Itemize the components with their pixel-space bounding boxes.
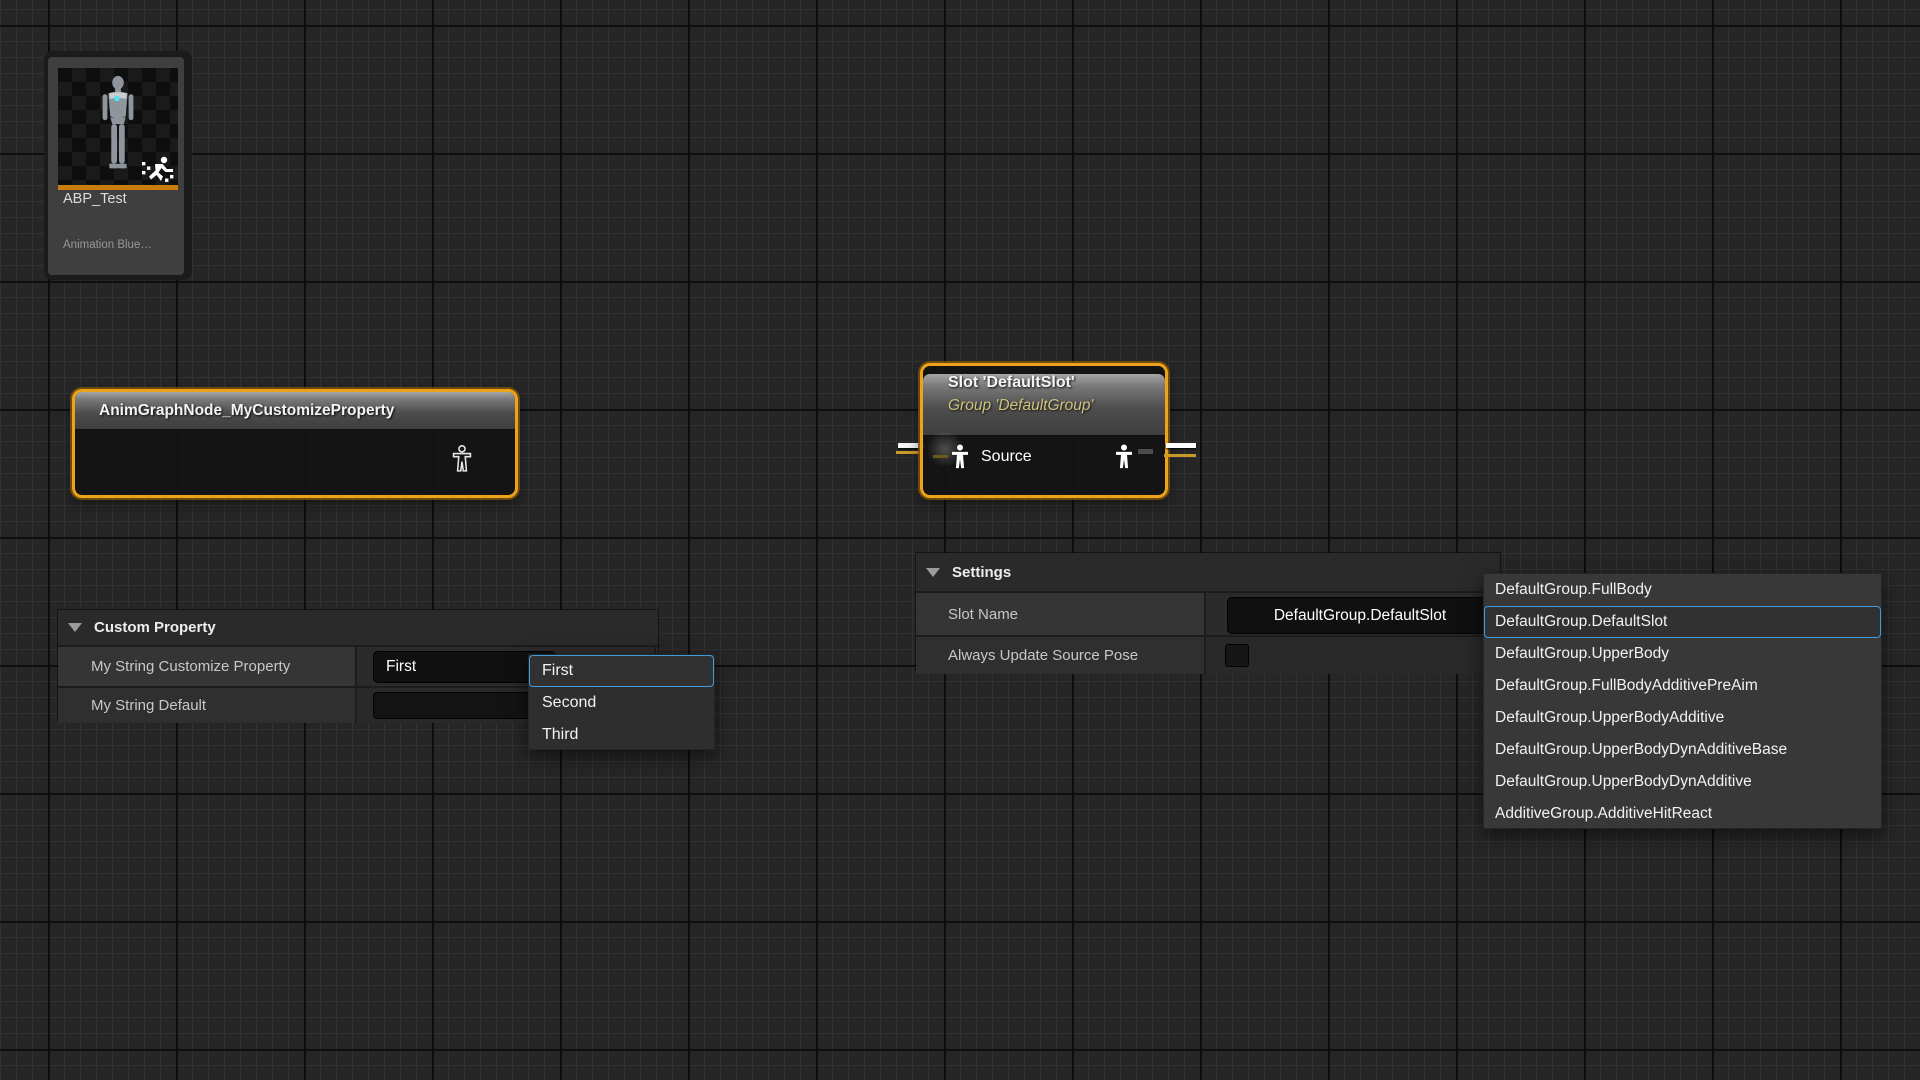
- collapse-triangle-icon[interactable]: [926, 568, 940, 577]
- property-value-cell: DefaultGroup.DefaultSlot: [1204, 593, 1500, 635]
- pose-pin-outline-icon[interactable]: [451, 445, 473, 472]
- pose-wire-right-white: [1166, 443, 1196, 448]
- dropdown-option[interactable]: DefaultGroup.UpperBodyDynAdditive: [1484, 766, 1881, 798]
- node-title: AnimGraphNode_MyCustomizeProperty: [99, 402, 394, 420]
- property-label: My String Customize Property: [58, 647, 355, 686]
- asset-thumbnail[interactable]: [58, 68, 178, 185]
- mannequin-figure-icon: [89, 73, 147, 179]
- always-update-source-pose-checkbox[interactable]: [1225, 644, 1249, 667]
- blueprint-graph-canvas[interactable]: ABP_Test Animation Blue… AnimGraphNode_M…: [0, 0, 1920, 1080]
- asset-title: ABP_Test: [63, 191, 181, 207]
- pose-pin-output-icon[interactable]: [1115, 444, 1133, 469]
- slot-name-combobox[interactable]: DefaultGroup.DefaultSlot: [1227, 597, 1507, 634]
- node-title: Slot 'DefaultSlot': [948, 374, 1165, 392]
- column-divider: [1204, 637, 1206, 674]
- property-label: Slot Name: [916, 593, 1204, 635]
- property-value-cell: [1204, 637, 1500, 674]
- settings-header-row[interactable]: Settings: [916, 553, 1500, 591]
- dropdown-option[interactable]: DefaultGroup.UpperBodyAdditive: [1484, 702, 1881, 734]
- property-row-always-update-source-pose: Always Update Source Pose: [916, 635, 1500, 674]
- dropdown-option[interactable]: DefaultGroup.FullBody: [1484, 574, 1881, 606]
- custom-property-header-row[interactable]: Custom Property: [58, 610, 658, 645]
- property-label: Always Update Source Pose: [916, 637, 1204, 674]
- dropdown-option[interactable]: DefaultGroup.UpperBodyDynAdditiveBase: [1484, 734, 1881, 766]
- collapse-triangle-icon[interactable]: [68, 623, 82, 632]
- node-header[interactable]: AnimGraphNode_MyCustomizeProperty: [75, 392, 515, 430]
- slot-name-dropdown-list: DefaultGroup.FullBody DefaultGroup.Defau…: [1483, 573, 1882, 829]
- dropdown-option[interactable]: DefaultGroup.UpperBody: [1484, 638, 1881, 670]
- custom-property-dropdown-list: First Second Third: [528, 654, 715, 750]
- dropdown-option[interactable]: DefaultGroup.FullBodyAdditivePreAim: [1484, 670, 1881, 702]
- pin-connector-left: [933, 455, 948, 458]
- dropdown-option[interactable]: AdditiveGroup.AdditiveHitReact: [1484, 798, 1881, 830]
- node-subtitle: Group 'DefaultGroup': [948, 397, 1165, 415]
- column-divider: [355, 688, 357, 723]
- dropdown-option[interactable]: Second: [529, 687, 714, 719]
- node-slot-defaultslot[interactable]: Slot 'DefaultSlot' Group 'DefaultGroup' …: [920, 363, 1168, 498]
- asset-type-color-stripe: [58, 185, 178, 190]
- property-label: My String Default: [58, 688, 355, 723]
- column-divider: [355, 647, 357, 686]
- pin-connector-right: [1138, 449, 1153, 454]
- asset-card[interactable]: ABP_Test Animation Blue…: [48, 57, 184, 275]
- dropdown-option[interactable]: Third: [529, 719, 714, 751]
- panel-header-label: Settings: [952, 564, 1011, 581]
- dropdown-option-selected[interactable]: DefaultGroup.DefaultSlot: [1484, 606, 1881, 638]
- column-divider: [1204, 593, 1206, 635]
- node-header[interactable]: Slot 'DefaultSlot' Group 'DefaultGroup': [923, 374, 1165, 436]
- asset-type-label: Animation Blue…: [63, 239, 181, 251]
- source-pin-label: Source: [981, 448, 1032, 466]
- anim-runner-badge-icon: [140, 155, 176, 183]
- dropdown-option-selected[interactable]: First: [529, 655, 714, 687]
- pose-wire-left-yellow: [896, 451, 921, 454]
- node-animgraphnode-mycustomizeproperty[interactable]: AnimGraphNode_MyCustomizeProperty: [72, 389, 518, 498]
- settings-panel: Settings Slot Name DefaultGroup.DefaultS…: [916, 553, 1500, 670]
- pose-wire-right-yellow: [1164, 454, 1196, 457]
- panel-header-label: Custom Property: [94, 619, 216, 636]
- combobox-value: DefaultGroup.DefaultSlot: [1228, 607, 1506, 625]
- pose-pin-input-icon[interactable]: [951, 444, 969, 469]
- property-row-slot-name: Slot Name DefaultGroup.DefaultSlot: [916, 591, 1500, 635]
